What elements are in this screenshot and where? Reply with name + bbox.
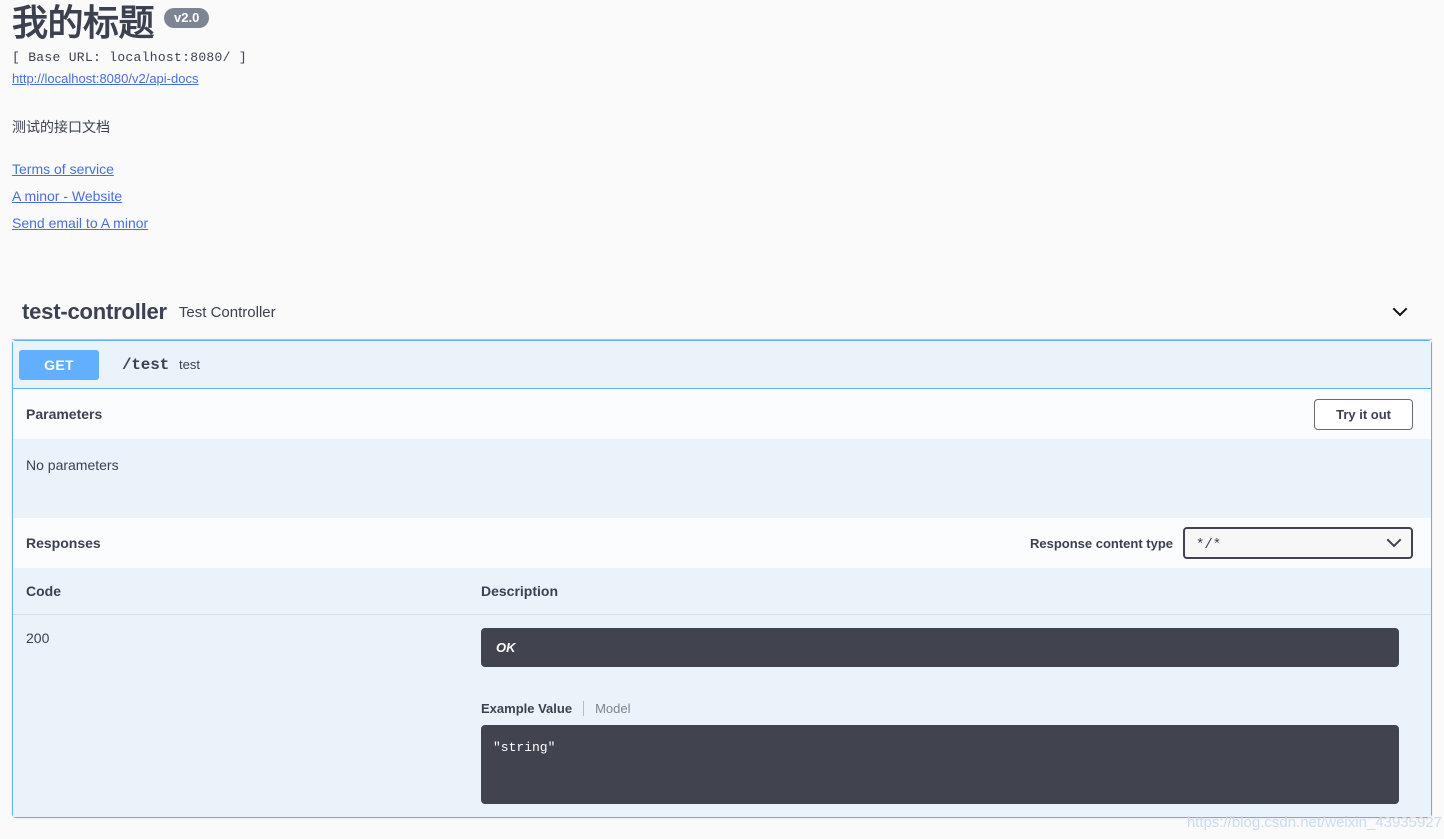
table-row: 200 OK Example Value Model "string" (13, 615, 1431, 818)
operation-block-get-test: GET /test test Parameters Try it out No … (12, 340, 1432, 818)
tab-divider (583, 701, 584, 716)
parameters-header: Parameters Try it out (13, 389, 1431, 439)
response-content-type-label: Response content type (1030, 536, 1173, 551)
operation-summary[interactable]: GET /test test (13, 341, 1431, 389)
column-header-code: Code (13, 568, 468, 615)
tab-model[interactable]: Model (595, 701, 630, 716)
response-description-cell: OK Example Value Model "string" (468, 615, 1431, 818)
tag-name: test-controller (22, 299, 167, 325)
example-value-code-block[interactable]: "string" (481, 725, 1399, 804)
swagger-ui-page: 我的标题 v2.0 [ Base URL: localhost:8080/ ] … (0, 0, 1444, 839)
response-content-type-select[interactable]: */* (1183, 527, 1413, 559)
operation-summary-text: test (179, 357, 200, 372)
column-header-description: Description (468, 568, 1431, 615)
contact-email-link[interactable]: Send email to A minor (12, 210, 1432, 237)
info-links: Terms of service A minor - Website Send … (12, 156, 1432, 237)
chevron-down-icon[interactable] (1390, 302, 1410, 322)
parameters-title: Parameters (26, 406, 102, 422)
page-title: 我的标题 (12, 2, 154, 44)
example-model-tabs: Example Value Model (481, 701, 1399, 716)
parameters-empty-text: No parameters (13, 439, 1431, 518)
title-row: 我的标题 v2.0 (12, 0, 1432, 44)
tag-section-test-controller: test-controller Test Controller (0, 287, 1444, 340)
try-it-out-button[interactable]: Try it out (1314, 399, 1413, 430)
version-badge: v2.0 (164, 8, 209, 28)
base-url: [ Base URL: localhost:8080/ ] (12, 49, 1432, 67)
tag-description: Test Controller (179, 304, 276, 321)
responses-title: Responses (26, 535, 101, 551)
responses-table-head: Code Description (13, 568, 1431, 615)
api-info-header: 我的标题 v2.0 [ Base URL: localhost:8080/ ] … (0, 0, 1444, 237)
response-description: OK (481, 628, 1399, 667)
api-description: 测试的接口文档 (12, 117, 1432, 137)
api-docs-link[interactable]: http://localhost:8080/v2/api-docs (12, 71, 198, 86)
terms-of-service-link[interactable]: Terms of service (12, 156, 1432, 183)
responses-table-body: 200 OK Example Value Model "string" (13, 615, 1431, 818)
tag-header[interactable]: test-controller Test Controller (12, 287, 1432, 340)
website-link[interactable]: A minor - Website (12, 183, 1432, 210)
responses-header-row: Code Description (13, 568, 1431, 615)
response-content-type-select-wrap: */* (1183, 527, 1413, 559)
operation-body: Parameters Try it out No parameters Resp… (13, 389, 1431, 817)
response-code: 200 (13, 615, 468, 818)
responses-header: Responses Response content type */* (13, 518, 1431, 568)
operation-path: /test (122, 356, 169, 374)
responses-table: Code Description 200 OK Example Value Mo… (13, 568, 1431, 817)
tab-example-value[interactable]: Example Value (481, 701, 572, 716)
http-method-badge: GET (19, 350, 99, 380)
